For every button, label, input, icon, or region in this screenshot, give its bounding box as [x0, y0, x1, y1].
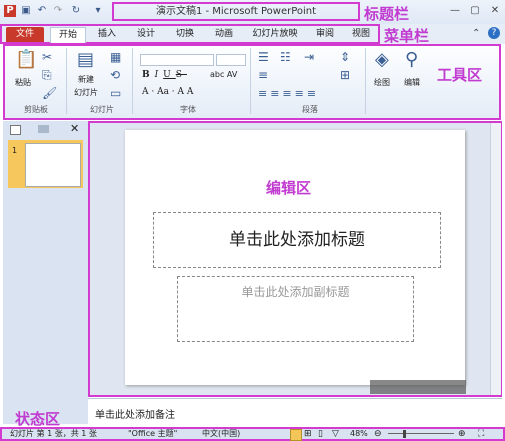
close-icon[interactable]: ✕ — [488, 5, 502, 17]
font-style-buttons[interactable]: BIUS — [142, 70, 187, 80]
editing-label[interactable]: 编辑 — [404, 77, 420, 88]
align-text-icon[interactable]: ≡ — [258, 69, 268, 81]
undo-icon[interactable]: ↶ — [36, 5, 48, 17]
slide-number: 1 — [12, 146, 18, 155]
paste-label[interactable]: 粘贴 — [15, 77, 31, 88]
new-slide-icon[interactable]: ▤ — [77, 51, 94, 69]
tab-home[interactable]: 开始 — [50, 27, 86, 43]
annotation-titlebar: 标题栏 — [364, 5, 410, 23]
text-direction-icon[interactable]: ⇕ — [340, 51, 350, 63]
window-title: 演示文稿1 - Microsoft PowerPoint — [112, 2, 360, 21]
find-icon[interactable]: ⚲ — [405, 51, 418, 69]
zoom-slider-thumb[interactable] — [403, 430, 406, 438]
group-font-label: 字体 — [180, 105, 196, 114]
section-icon[interactable]: ▭ — [110, 87, 121, 99]
save-icon[interactable]: ▣ — [20, 5, 32, 17]
customize-quick-access-icon[interactable]: ▾ — [92, 5, 104, 17]
zoom-slider[interactable] — [388, 433, 454, 434]
slide-label[interactable]: 幻灯片 — [74, 87, 98, 98]
redo-icon[interactable]: ↷ — [52, 5, 64, 17]
ribbon-separator — [66, 48, 67, 114]
new-slide-label[interactable]: 新建 — [78, 74, 94, 85]
ribbon-separator — [365, 48, 366, 114]
zoom-out-icon[interactable]: ⊖ — [374, 428, 382, 440]
notes-placeholder[interactable]: 单击此处添加备注 — [95, 406, 175, 421]
indent-icon[interactable]: ⇥ — [304, 51, 314, 63]
annotation-menubar: 菜单栏 — [384, 27, 430, 45]
slideshow-view-icon[interactable]: ▽ — [332, 428, 339, 440]
tab-view[interactable]: 视图 — [345, 27, 377, 42]
fit-window-icon[interactable]: ⛶ — [478, 428, 484, 440]
ribbon-collapse-icon[interactable]: ⌃ — [472, 28, 480, 39]
sorter-view-icon[interactable]: ⊞ — [304, 428, 312, 440]
maximize-icon[interactable]: ▢ — [468, 5, 482, 17]
font-name-combobox[interactable] — [140, 54, 214, 66]
slides-tab-icon[interactable] — [10, 125, 21, 135]
drawing-icon[interactable]: ◈ — [375, 51, 389, 69]
reset-icon[interactable]: ⟲ — [110, 69, 120, 81]
tab-review[interactable]: 审阅 — [308, 27, 342, 42]
group-clipboard-label: 剪贴板 — [24, 105, 48, 114]
numbering-icon[interactable]: ☷ — [280, 51, 291, 63]
alignment-icons[interactable]: ≡≡≡≡≡ — [258, 87, 319, 100]
group-paragraph-label: 段落 — [302, 105, 318, 114]
copy-icon[interactable]: ⎘ — [42, 69, 52, 81]
subtitle-placeholder[interactable]: 单击此处添加副标题 — [177, 276, 414, 342]
slide-thumbnail[interactable] — [25, 143, 81, 187]
minimize-icon[interactable]: — — [448, 5, 462, 17]
powerpoint-logo-icon: P — [4, 5, 16, 17]
layout-icon[interactable]: ▦ — [110, 51, 121, 63]
redaction-smudge — [370, 380, 466, 394]
ribbon-separator — [250, 48, 251, 114]
theme-name[interactable]: "Office 主题" — [128, 428, 177, 440]
group-slides-label: 幻灯片 — [90, 105, 114, 114]
paste-icon[interactable]: 📋 — [15, 51, 37, 69]
tab-animations[interactable]: 动画 — [207, 27, 241, 42]
annotation-status: 状态区 — [15, 410, 61, 428]
normal-view-icon[interactable] — [290, 429, 302, 441]
vertical-scrollbar[interactable] — [490, 123, 501, 395]
outline-tab-icon[interactable] — [38, 125, 49, 133]
drawing-label[interactable]: 绘图 — [374, 77, 390, 88]
smartart-icon[interactable]: ⊞ — [340, 69, 350, 81]
annotation-edit: 编辑区 — [266, 179, 312, 197]
zoom-in-icon[interactable]: ⊕ — [458, 428, 466, 440]
repeat-icon[interactable]: ↻ — [70, 5, 82, 17]
slide-info: 幻灯片 第 1 张，共 1 张 — [10, 429, 97, 438]
char-spacing-icon[interactable]: abc AV — [210, 70, 237, 79]
font-size-combobox[interactable] — [216, 54, 246, 66]
language[interactable]: 中文(中国) — [202, 428, 240, 440]
format-painter-icon[interactable]: 🖌 — [42, 87, 57, 99]
zoom-level[interactable]: 48% — [350, 428, 368, 440]
tab-design[interactable]: 设计 — [129, 27, 163, 42]
reading-view-icon[interactable]: ▯ — [318, 428, 323, 440]
cut-icon[interactable]: ✂ — [42, 51, 52, 63]
bullets-icon[interactable]: ☰ — [258, 51, 269, 63]
tab-slideshow[interactable]: 幻灯片放映 — [247, 27, 303, 42]
tab-file[interactable]: 文件 — [6, 27, 44, 42]
annotation-ribbon: 工具区 — [437, 66, 483, 84]
close-pane-icon[interactable]: ✕ — [70, 122, 79, 135]
help-icon[interactable]: ? — [488, 27, 500, 39]
font-color-icon[interactable]: A · Aa · A A — [142, 87, 193, 97]
tab-insert[interactable]: 插入 — [90, 27, 124, 42]
ribbon-separator — [132, 48, 133, 114]
tab-transitions[interactable]: 切换 — [168, 27, 202, 42]
title-placeholder[interactable]: 单击此处添加标题 — [153, 212, 441, 268]
